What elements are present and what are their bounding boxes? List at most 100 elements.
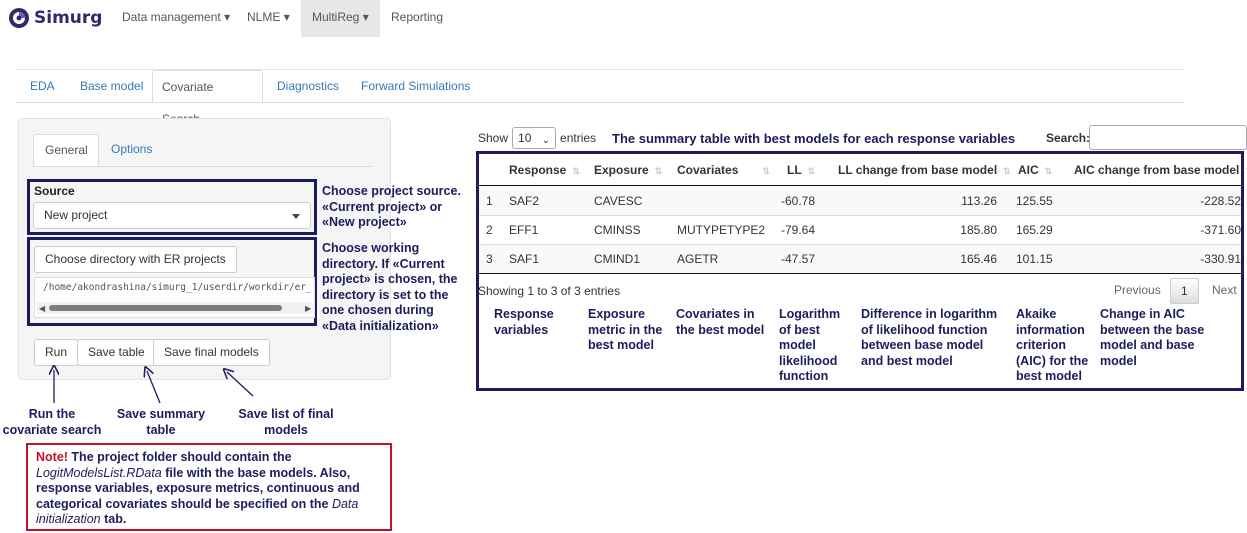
annotation-table-title: The summary table with best models for e… xyxy=(612,131,1016,146)
app-logo[interactable]: Simurg xyxy=(8,6,102,30)
scroll-right-icon[interactable]: ▶ xyxy=(305,304,311,313)
nav-label: Reporting xyxy=(391,10,444,24)
cell-aic: 101.15 xyxy=(1016,252,1053,266)
description-line: model xyxy=(779,338,816,352)
description-line: and best model xyxy=(861,353,953,368)
column-title: AIC change from base model xyxy=(1074,163,1240,177)
column-header-response[interactable]: Response ⇅ xyxy=(509,163,580,177)
description-line: metric in the xyxy=(588,322,663,337)
cell-aic-change: -330.91 xyxy=(1200,252,1241,266)
cell-response: EFF1 xyxy=(509,223,539,237)
description-line: of best xyxy=(779,322,820,337)
description-line: best model xyxy=(1016,369,1082,383)
row-number: 1 xyxy=(486,194,493,208)
sort-icon: ⇅ xyxy=(762,166,770,176)
nav-reporting[interactable]: Reporting xyxy=(380,0,454,37)
column-title: LL change from base model xyxy=(838,163,998,177)
description-response: Response variables xyxy=(494,307,554,338)
cell-aic: 165.29 xyxy=(1016,223,1053,237)
app-name: Simurg xyxy=(34,8,103,28)
column-title: Response xyxy=(509,163,567,177)
cell-ll-change: 113.26 xyxy=(961,194,997,208)
choose-directory-button[interactable]: Choose directory with ER projects xyxy=(34,246,237,273)
save-final-models-button[interactable]: Save final models xyxy=(153,339,270,366)
sort-icon: ⇅ xyxy=(1003,166,1011,176)
table-bottom-rule xyxy=(479,273,1241,274)
description-ll-change: Difference in logarithm of likelihood fu… xyxy=(861,307,997,369)
annotation-save-table: Save summary table xyxy=(108,407,214,438)
entries-label: entries xyxy=(560,131,597,145)
entries-select[interactable]: 10 ⌄ xyxy=(512,127,557,149)
subtab-options[interactable]: Options xyxy=(100,134,163,167)
tab-diagnostics[interactable]: Diagnostics xyxy=(268,70,348,103)
cell-covariates: AGETR xyxy=(677,252,719,266)
description-line: Akaike xyxy=(1016,307,1057,321)
column-header-aic[interactable]: AIC ⇅ xyxy=(1018,163,1052,177)
description-line: information xyxy=(1016,322,1085,337)
description-exposure: Exposure metric in the best model xyxy=(588,307,662,354)
column-header-covariates[interactable]: Covariates ⇅ xyxy=(677,163,770,177)
search-label: Search: xyxy=(1046,131,1091,145)
note-label: Note! xyxy=(36,450,68,464)
caret-icon: ▾ xyxy=(224,10,231,24)
description-line: Change in AIC xyxy=(1100,307,1185,321)
column-header-exposure[interactable]: Exposure ⇅ xyxy=(594,163,662,177)
column-header-ll-change[interactable]: LL change from base model ⇅ xyxy=(838,163,1011,177)
annotation-line: Choose project source. xyxy=(322,184,461,198)
column-header-aic-change[interactable]: AIC change from base model⇅ xyxy=(1074,163,1247,177)
cell-exposure: CMIND1 xyxy=(594,252,641,266)
nav-nlme[interactable]: NLME ▾ xyxy=(236,0,301,37)
description-line: Exposure xyxy=(588,307,645,321)
annotation-run: Run the covariate search xyxy=(0,407,104,438)
pager-previous[interactable]: Previous xyxy=(1104,278,1171,304)
tab-forward-simulations[interactable]: Forward Simulations xyxy=(352,70,479,103)
entries-value: 10 xyxy=(518,131,532,145)
annotation-line: «New project» xyxy=(322,215,407,229)
column-title: AIC xyxy=(1018,163,1039,177)
annotation-line: Save summary xyxy=(116,407,206,421)
description-line: Covariates in xyxy=(676,307,755,321)
column-header-ll[interactable]: LL ⇅ xyxy=(787,163,815,177)
chevron-down-icon: ⌄ xyxy=(541,135,551,146)
nav-multireg[interactable]: MultiReg ▾ xyxy=(301,0,380,37)
description-line: criterion xyxy=(1016,338,1067,352)
annotation-line: Choose working xyxy=(322,241,420,255)
source-select[interactable]: New project xyxy=(33,202,311,229)
annotation-line: one chosen during xyxy=(322,303,434,317)
source-value: New project xyxy=(44,208,108,222)
annotation-line: «Data initialization» xyxy=(322,318,439,333)
pager-page-1[interactable]: 1 xyxy=(1170,278,1199,304)
directory-path-box: /home/akondrashina/simurg_1/userdir/work… xyxy=(34,277,315,318)
run-button[interactable]: Run xyxy=(34,339,79,366)
search-input[interactable] xyxy=(1089,125,1247,150)
annotation-line: covariate search xyxy=(2,422,102,437)
description-covariates: Covariates in the best model xyxy=(676,307,764,338)
nav-label: NLME xyxy=(247,10,281,24)
sort-icon: ⇅ xyxy=(1044,166,1053,176)
annotation-line: models xyxy=(264,422,308,437)
cell-ll: -47.57 xyxy=(781,252,816,266)
subtab-general[interactable]: General xyxy=(33,134,99,167)
save-table-button[interactable]: Save table xyxy=(77,339,156,366)
annotation-directory: Choose working directory. If «Current pr… xyxy=(322,241,457,334)
nav-label: MultiReg xyxy=(312,10,360,24)
tab-eda[interactable]: EDA xyxy=(21,70,64,103)
nav-data-management[interactable]: Data management ▾ xyxy=(111,0,241,37)
description-line: likelihood xyxy=(779,353,838,368)
scrollbar-thumb[interactable] xyxy=(49,305,282,311)
nav-label: Data management xyxy=(122,10,221,24)
cell-ll-change: 185.80 xyxy=(960,223,997,237)
description-line: between base model xyxy=(861,338,984,352)
tab-covariate-search[interactable]: Covariate Search xyxy=(152,70,263,126)
pager-next[interactable]: Next xyxy=(1202,278,1247,304)
tab-base-model[interactable]: Base model xyxy=(71,70,152,103)
scroll-left-icon[interactable]: ◀ xyxy=(39,304,45,313)
description-line: Response xyxy=(494,307,554,321)
cell-aic-change: -371.60 xyxy=(1200,223,1241,237)
horizontal-scrollbar[interactable]: ◀ ▶ xyxy=(37,302,313,314)
description-line: of likelihood function xyxy=(861,322,988,337)
row-number: 2 xyxy=(486,223,493,237)
simurg-logo-icon xyxy=(9,8,29,28)
cell-covariates: MUTYPETYPE2 xyxy=(677,223,766,237)
annotation-line: directory is set to the xyxy=(322,287,449,302)
